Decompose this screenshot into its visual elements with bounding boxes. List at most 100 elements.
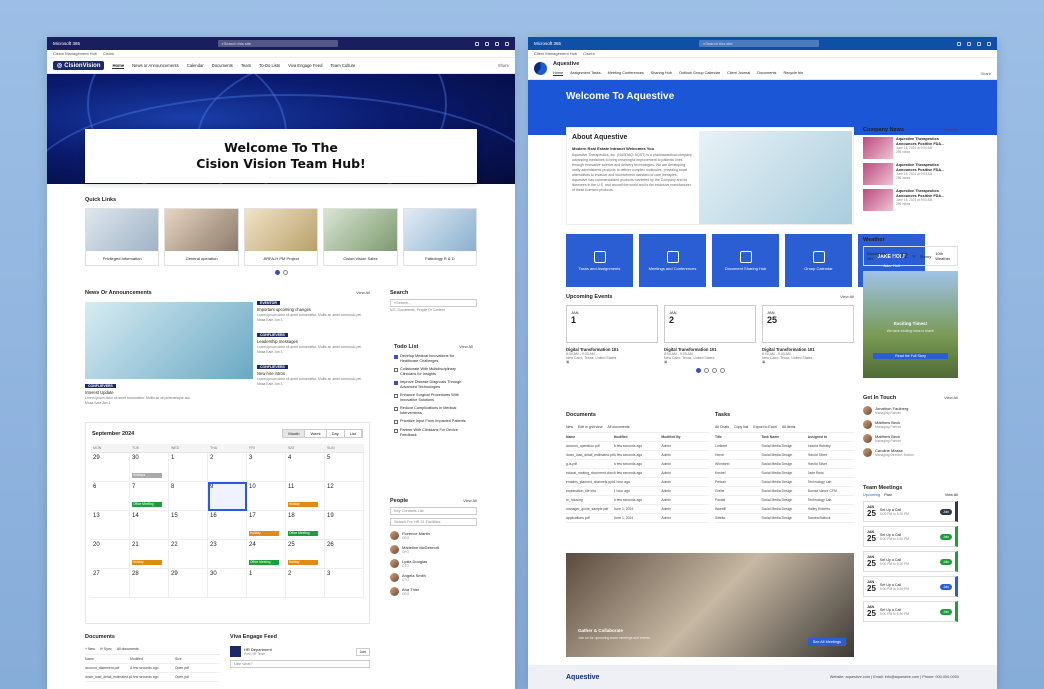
share-button[interactable]: Share bbox=[498, 63, 509, 68]
viva-compose[interactable]: Late what? bbox=[230, 660, 370, 668]
contact-card[interactable]: Caroline Masse Managing Director, Boston bbox=[863, 448, 958, 457]
table-row[interactable]: account_statement.pdf A few seconds ago Op… bbox=[85, 664, 220, 673]
calendar-cell[interactable]: 2 bbox=[286, 569, 325, 598]
col-name[interactable]: Name bbox=[566, 435, 614, 439]
all-documents-dropdown[interactable]: All documents bbox=[608, 425, 630, 429]
table-row[interactable]: g-is.pdf A few seconds ago Admin bbox=[566, 460, 709, 469]
meeting-card[interactable]: JAN 25 Set Up a Call 5:00 PM to 5:30 PM Join bbox=[863, 551, 958, 572]
todo-item[interactable]: Partner With Clinicians For Device Feedb… bbox=[394, 428, 473, 437]
carousel-dot[interactable] bbox=[711, 368, 717, 373]
news-item[interactable]: CONFLIEVERS Leadership messages Lorem ipsu… bbox=[257, 332, 370, 354]
meeting-card[interactable]: JAN 25 Set Up a Call 5:00 PM to 5:30 PM Join bbox=[863, 601, 958, 622]
calendar-cell[interactable]: 3 bbox=[325, 569, 364, 598]
col-modified-by[interactable]: Modified By bbox=[661, 435, 709, 439]
join-button[interactable]: Join bbox=[939, 558, 952, 565]
tab-month[interactable]: Month bbox=[283, 430, 306, 437]
join-button[interactable]: Join bbox=[355, 647, 370, 656]
col-task-name[interactable]: Task Name bbox=[761, 435, 807, 439]
tile-docs[interactable]: Document Sharing Hub bbox=[712, 234, 779, 287]
all-items-dropdown[interactable]: All Items bbox=[782, 425, 795, 429]
table-row[interactable]: Pelican Social Media Design Technology Lab bbox=[715, 478, 854, 487]
calendar-cell[interactable]: 25 Holiday bbox=[286, 540, 325, 569]
todo-item[interactable]: Improve Disease Diagnosis Through Advanc… bbox=[394, 380, 473, 389]
join-button[interactable]: Join bbox=[939, 508, 952, 515]
event-card[interactable]: JAN 25 Digital Transformation 101 8:00 AM -… bbox=[762, 305, 854, 364]
calendar-cell[interactable]: 18 Office Meeting bbox=[286, 511, 325, 540]
col-title[interactable]: Title bbox=[715, 435, 761, 439]
export-button[interactable]: Export to Excel bbox=[753, 425, 777, 429]
table-row[interactable]: Lorikeet Social Media Design Indoria Rubab… bbox=[715, 442, 854, 451]
table-row[interactable]: down_load_detail_estimated.pdf A few seco… bbox=[85, 673, 220, 682]
calendar-cell[interactable]: 6 bbox=[91, 482, 130, 511]
todo-checkbox[interactable] bbox=[394, 381, 398, 385]
todo-item[interactable]: Prioritize Input From Impacted Patients bbox=[394, 419, 473, 424]
person-card[interactable]: Angela Smith CTO bbox=[390, 573, 477, 582]
carousel-dot[interactable] bbox=[695, 368, 701, 373]
todo-checkbox[interactable] bbox=[394, 394, 398, 398]
calendar-cell[interactable]: 13 bbox=[91, 511, 130, 540]
news-headline[interactable]: Interest Update bbox=[85, 390, 253, 395]
table-row[interactable]: manager_quote_sample.pdf June 1, 2024 Admi… bbox=[566, 505, 709, 514]
calendar-cell[interactable]: 24 Office Meeting bbox=[247, 540, 286, 569]
col-modified[interactable]: Modified bbox=[130, 657, 175, 661]
share-button[interactable]: Share bbox=[980, 71, 991, 76]
read-story-button[interactable]: Read the Full Story bbox=[873, 353, 948, 359]
chat-icon[interactable] bbox=[484, 41, 489, 46]
tile-calendar[interactable]: Group Calendar bbox=[785, 234, 852, 287]
nav-documents[interactable]: Documents bbox=[757, 71, 776, 76]
tab-day[interactable]: Day bbox=[327, 430, 345, 437]
calendar-cell[interactable]: 30 bbox=[208, 569, 247, 598]
cision-logo[interactable]: ◎ CisionVision bbox=[53, 61, 105, 70]
calendar-cell[interactable]: 9 bbox=[208, 482, 247, 511]
nav-team[interactable]: Team bbox=[241, 63, 251, 68]
calendar-event[interactable]: Holidays bbox=[132, 473, 162, 478]
bell-icon[interactable] bbox=[956, 41, 961, 46]
calendar-cell[interactable]: 19 bbox=[325, 511, 364, 540]
nav-news[interactable]: News or Announcements bbox=[132, 63, 179, 68]
nav-tasks[interactable]: Assignment Tasks bbox=[570, 71, 601, 76]
grid-view-button[interactable]: Edit in grid view bbox=[578, 425, 603, 429]
people-search-dropdown[interactable]: Search For HR 21 Facilities bbox=[390, 518, 477, 526]
calendar-event[interactable]: Holiday bbox=[288, 502, 318, 507]
table-row[interactable]: Kestrel Social Media Design Jade Ross bbox=[715, 469, 854, 478]
calendar-cell[interactable]: 1 bbox=[247, 569, 286, 598]
see-all-meetings-button[interactable]: See All Meetings bbox=[807, 638, 846, 646]
nav-viva[interactable]: Viva Engage Feed bbox=[288, 63, 322, 68]
table-row[interactable]: explanation_file.xlsx 1 hour ago Admin bbox=[566, 487, 709, 496]
events-view-all[interactable]: View All bbox=[840, 294, 854, 300]
carousel-dot[interactable] bbox=[719, 368, 725, 373]
carousel-dot[interactable] bbox=[282, 270, 288, 275]
person-card[interactable]: Florence Martin CEO bbox=[390, 531, 477, 540]
help-icon[interactable] bbox=[504, 41, 509, 46]
new-button[interactable]: New bbox=[566, 425, 573, 429]
news-item[interactable]: Aquestive Therapeutics Announces Positiv… bbox=[863, 163, 958, 185]
calendar-cell[interactable]: 20 bbox=[91, 540, 130, 569]
crumb-item[interactable]: Cision Management Hub bbox=[53, 51, 97, 56]
crumb-item[interactable]: Client Management Hub bbox=[534, 51, 577, 56]
search-box[interactable]: ⌕ Search this site bbox=[217, 40, 338, 47]
quick-link-card[interactable]: Pathology R & D bbox=[402, 208, 478, 266]
tab-past[interactable]: Past bbox=[884, 493, 892, 497]
calendar-cell[interactable]: 22 bbox=[169, 540, 208, 569]
sync-button[interactable]: ⟳ Sync bbox=[100, 647, 112, 651]
quick-link-card[interactable]: General operation bbox=[164, 208, 239, 266]
nav-culture[interactable]: Team Culture bbox=[330, 63, 355, 68]
quick-link-card[interactable]: Cision Vision Sales bbox=[323, 208, 398, 266]
calendar-cell[interactable]: 8 bbox=[169, 482, 208, 511]
tab-week[interactable]: Week bbox=[305, 430, 327, 437]
table-row[interactable]: Whimbrel Social Media Design Harold Silver bbox=[715, 460, 854, 469]
todo-checkbox[interactable] bbox=[394, 355, 398, 359]
calendar-cell[interactable]: 29 bbox=[169, 569, 208, 598]
nav-recycle[interactable]: Recycle bin bbox=[783, 71, 803, 76]
join-button[interactable]: Join bbox=[939, 583, 952, 590]
calendar-cell[interactable]: 28 bbox=[130, 569, 169, 598]
join-button[interactable]: Join bbox=[939, 608, 952, 615]
nav-calendar[interactable]: Outlook Group Calendar bbox=[679, 71, 720, 76]
quick-link-card[interactable]: Privileged Information bbox=[85, 208, 160, 266]
contact-card[interactable]: Matthew Beck Managing Partner bbox=[863, 420, 958, 429]
table-row[interactable]: Grebe Social Media Design Bonnie Vance CFM bbox=[715, 487, 854, 496]
search-input[interactable]: ⌕ Search... bbox=[390, 299, 477, 307]
calendar-cell[interactable]: 30 Holidays bbox=[130, 453, 169, 482]
search-box[interactable]: ⌕ Search this site bbox=[699, 40, 819, 47]
table-row[interactable]: Fantail Social Media Design Technology Lab bbox=[715, 496, 854, 505]
